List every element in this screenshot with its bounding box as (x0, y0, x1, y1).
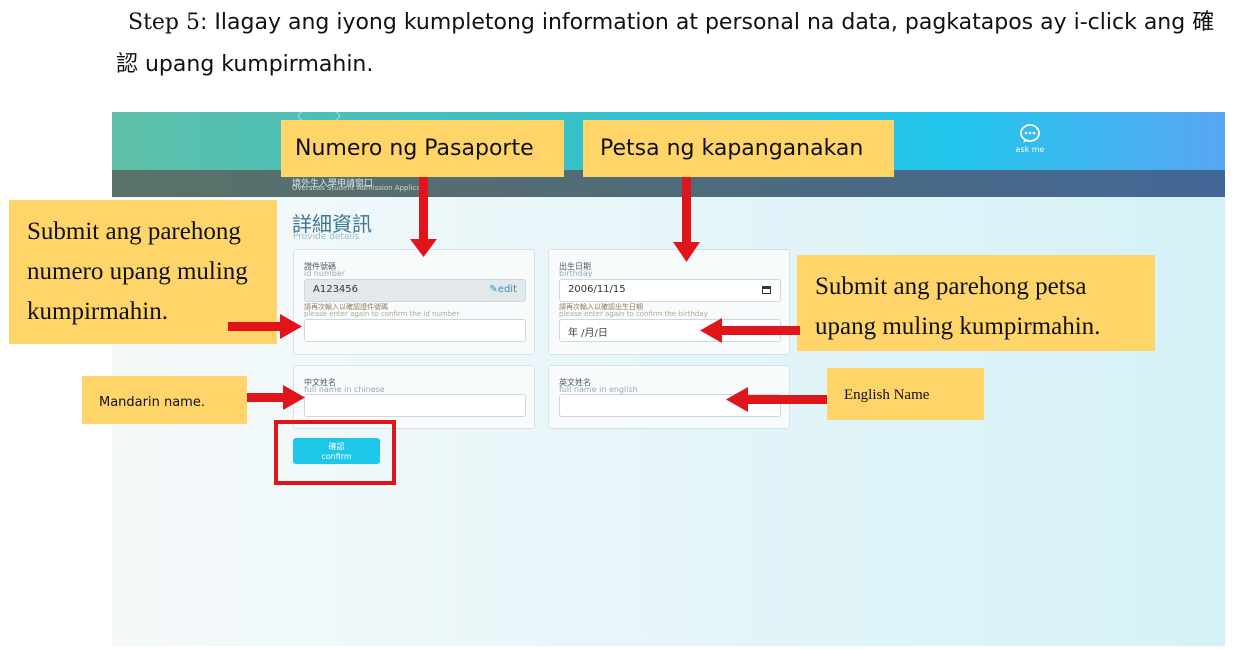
annotation-arrows (228, 177, 827, 412)
arrow-right-number-icon (228, 314, 302, 339)
arrow-left-date-icon (700, 318, 800, 343)
arrow-down-passport-icon (410, 177, 437, 257)
arrow-left-english-icon (726, 387, 827, 412)
arrow-right-mandarin-icon (247, 385, 305, 410)
arrow-down-birthdate-icon (673, 177, 700, 262)
